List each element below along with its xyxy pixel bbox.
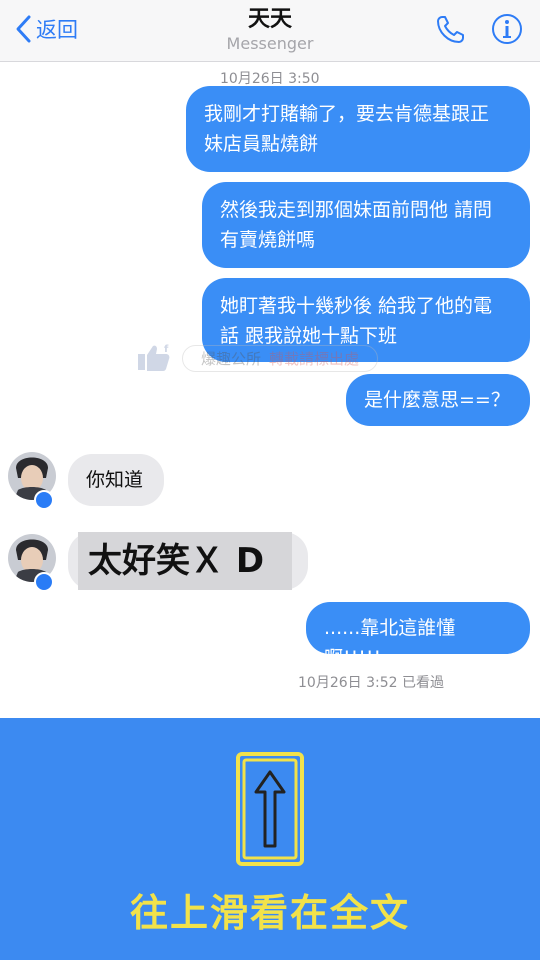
message-line: ......靠北這誰懂啊!!!!! xyxy=(324,617,456,669)
message-line: 是什麼意思==？ xyxy=(364,389,510,411)
message-bubble-sent[interactable]: 是什麼意思==？ xyxy=(346,374,530,426)
timestamp-top: 10月26日 3:50 xyxy=(220,71,320,87)
message-line: 有賣燒餅嗎 xyxy=(220,229,316,251)
conversation-title: 天天 Messenger xyxy=(170,6,370,54)
message-bubble-sent[interactable]: 然後我走到那個妹面前問他 請問 有賣燒餅嗎 xyxy=(202,182,530,268)
message-line: 她盯著我十幾秒後 給我了他的電 xyxy=(220,295,493,317)
contact-name: 天天 xyxy=(247,7,292,32)
scroll-up-cta[interactable]: 往上滑看在全文 xyxy=(0,888,540,938)
app-name: Messenger xyxy=(226,34,314,53)
chat-header: 返回 天天 Messenger xyxy=(0,0,540,62)
message-line: 妹店員點燒餅 xyxy=(204,133,319,155)
message-bubble-sent[interactable]: ......靠北這誰懂啊!!!!! xyxy=(306,602,530,669)
watermark-text: 爆趣公所 xyxy=(201,349,262,368)
messenger-badge-icon xyxy=(34,572,54,592)
message-bubble-sent[interactable]: 我剛才打賭輸了，要去肯德基跟正 妹店員點燒餅 xyxy=(186,86,530,172)
chevron-left-icon xyxy=(16,15,31,43)
svg-text:f: f xyxy=(164,344,169,355)
back-button[interactable]: 返回 xyxy=(14,14,78,44)
message-line: 你知道 xyxy=(86,469,144,491)
watermark-label: 爆趣公所 轉載請標出處 xyxy=(182,344,379,372)
messenger-badge-icon xyxy=(34,490,54,510)
info-icon[interactable] xyxy=(490,12,524,46)
phone-icon[interactable] xyxy=(434,12,468,46)
watermark-note: 轉載請標出處 xyxy=(269,349,360,368)
watermark: f 爆趣公所 轉載請標出處 xyxy=(136,340,379,376)
read-receipt-timestamp: 10月26日 3:52 已看過 xyxy=(298,675,444,691)
facebook-like-logo-icon: f xyxy=(138,344,170,371)
back-label: 返回 xyxy=(36,18,78,42)
message-line: 然後我走到那個妹面前問他 請問 xyxy=(220,199,493,221)
arrow-up-icon[interactable] xyxy=(236,752,304,866)
message-bubble-received[interactable]: 你知道 xyxy=(68,454,164,506)
message-line: 我剛才打賭輸了，要去肯德基跟正 xyxy=(204,103,490,125)
message-line-emphasized: 太好笑Ｘ D xyxy=(88,541,265,581)
